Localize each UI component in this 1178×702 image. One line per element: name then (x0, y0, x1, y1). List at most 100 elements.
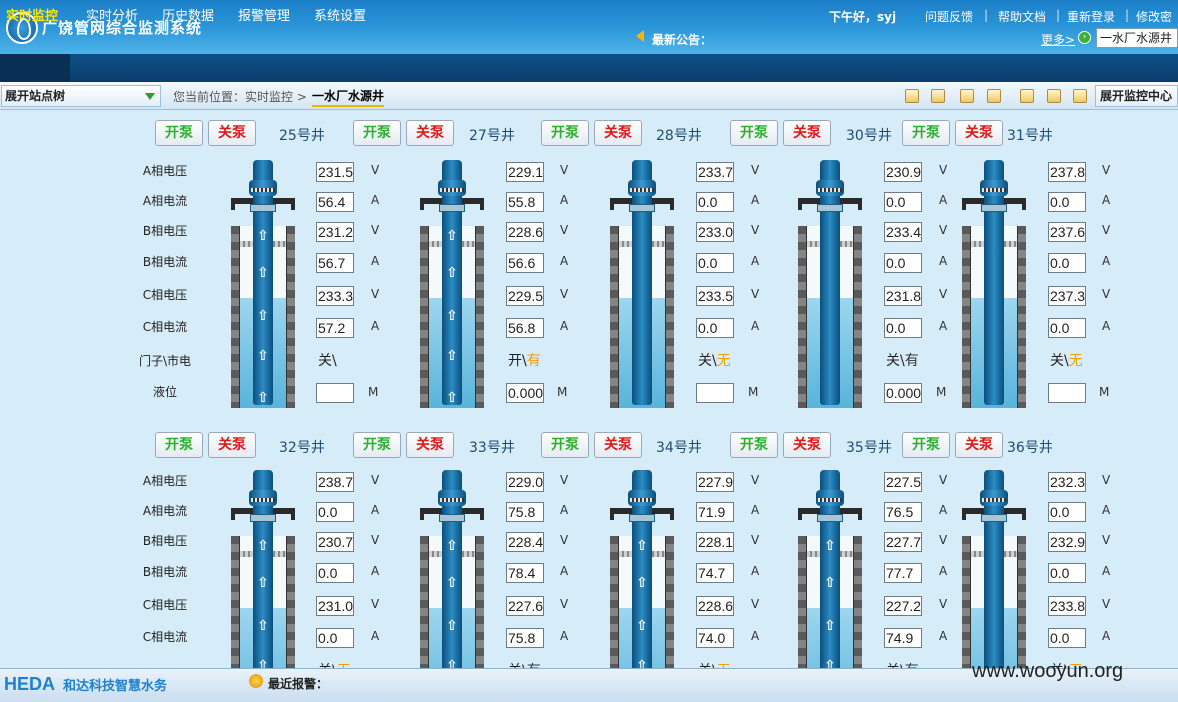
well-name: 33号井 (469, 440, 515, 456)
reading-value: 0.0 (884, 192, 922, 212)
pump-well-graphic: ⇧⇧⇧⇧⇧ (798, 468, 862, 668)
station-select[interactable]: 一水厂水源井 (1096, 28, 1178, 48)
mains-power-status: 有 (526, 353, 541, 369)
open-pump-button[interactable]: 开泵 (541, 432, 589, 458)
reading-unit: V (560, 473, 569, 487)
expand-monitor-center-button[interactable]: 展开监控中心 (1095, 85, 1178, 107)
pipe-flange (981, 204, 1007, 212)
network-icon[interactable] (1047, 89, 1061, 103)
export-icon[interactable] (987, 89, 1001, 103)
reading-value: 228.1 (696, 532, 734, 552)
nav-realtime-monitor[interactable]: 实时监控 (6, 5, 58, 24)
reading-unit: V (560, 597, 569, 611)
well-wall-right (1017, 536, 1026, 668)
well-wall-right (665, 536, 674, 668)
reading-value: 74.9 (884, 628, 922, 648)
help-docs-link[interactable]: 帮助文档 (998, 8, 1046, 25)
reading-unit: V (1102, 473, 1111, 487)
speaker-icon (636, 30, 644, 42)
relogin-link[interactable]: 重新登录 (1067, 8, 1115, 25)
open-pump-button[interactable]: 开泵 (730, 432, 778, 458)
flow-arrow-up-icon: ⇧ (257, 308, 269, 324)
close-pump-button[interactable]: 关泵 (955, 120, 1003, 146)
nav-alarm-management[interactable]: 报警管理 (238, 5, 290, 24)
feedback-link[interactable]: 问题反馈 (925, 8, 973, 25)
well-wall-right (475, 536, 484, 668)
pipe-flange (817, 514, 843, 522)
breadcrumb-current: 一水厂水源井 (312, 87, 385, 107)
reading-label: C相电流 (142, 320, 188, 334)
chevron-down-icon[interactable] (145, 93, 155, 100)
nav-system-settings[interactable]: 系统设置 (314, 5, 366, 24)
go-icon[interactable]: › (1078, 31, 1091, 44)
reading-value: 76.5 (884, 502, 922, 522)
mains-power-status: 无 (716, 353, 731, 369)
close-pump-button[interactable]: 关泵 (783, 120, 831, 146)
reading-value: 0.0 (1048, 502, 1086, 522)
chart-icon[interactable] (1020, 89, 1034, 103)
close-pump-button[interactable]: 关泵 (783, 432, 831, 458)
search-icon[interactable] (931, 89, 945, 103)
gate-power-status: 关\有 (508, 660, 541, 668)
pump-bolts (982, 498, 1006, 502)
more-link[interactable]: 更多> (1041, 31, 1075, 48)
gate-power-status: 关\无 (698, 350, 731, 370)
reading-value: 233.4 (884, 222, 922, 242)
open-pump-button[interactable]: 开泵 (902, 120, 950, 146)
close-pump-button[interactable]: 关泵 (955, 432, 1003, 458)
open-pump-button[interactable]: 开泵 (155, 120, 203, 146)
pump-well-graphic (798, 158, 862, 408)
pump-bolts (251, 498, 275, 502)
nav-history-data[interactable]: 历史数据 (162, 5, 214, 24)
flow-arrow-up-icon: ⇧ (257, 538, 269, 554)
watermark: www.wooyun.org (972, 660, 1124, 682)
well-name: 25号井 (279, 128, 325, 144)
reading-value: 78.4 (506, 563, 544, 583)
gate-status: 关\ (1050, 353, 1069, 369)
reading-value: 229.0 (506, 472, 544, 492)
well-wall-left (231, 226, 240, 408)
open-pump-button[interactable]: 开泵 (155, 432, 203, 458)
reading-unit: V (1102, 287, 1111, 301)
liquid-level-value (696, 383, 734, 403)
close-pump-button[interactable]: 关泵 (406, 120, 454, 146)
gate-power-status: 关\ (318, 350, 337, 370)
reading-label: 门子\市电 (138, 354, 192, 368)
flow-arrow-up-icon: ⇧ (824, 575, 836, 591)
open-pump-button[interactable]: 开泵 (730, 120, 778, 146)
open-pump-button[interactable]: 开泵 (902, 432, 950, 458)
open-pump-button[interactable]: 开泵 (353, 432, 401, 458)
report-icon[interactable] (905, 89, 919, 103)
reading-value: 231.2 (316, 222, 354, 242)
brand-logo: HEDA (4, 674, 56, 694)
pump-bolts (440, 188, 464, 192)
reading-value: 233.7 (696, 162, 734, 182)
pump-bolts (630, 498, 654, 502)
close-pump-button[interactable]: 关泵 (208, 432, 256, 458)
level-unit: M (936, 385, 947, 399)
pump-bolts (818, 188, 842, 192)
reading-unit: A (560, 629, 569, 643)
reading-unit: A (371, 254, 380, 268)
document-icon[interactable] (960, 89, 974, 103)
open-pump-button[interactable]: 开泵 (541, 120, 589, 146)
close-pump-button[interactable]: 关泵 (406, 432, 454, 458)
header-divider: | (1056, 8, 1061, 22)
nav-realtime-analysis[interactable]: 实时分析 (86, 5, 138, 24)
close-pump-button[interactable]: 关泵 (208, 120, 256, 146)
mains-power-status: 有 (904, 353, 919, 369)
reading-unit: V (560, 163, 569, 177)
close-pump-button[interactable]: 关泵 (594, 432, 642, 458)
reading-value: 231.8 (884, 286, 922, 306)
reading-value: 74.7 (696, 563, 734, 583)
station-tree-toggle[interactable]: 展开站点树 (1, 85, 161, 107)
close-pump-button[interactable]: 关泵 (594, 120, 642, 146)
breadcrumb: 您当前位置：实时监控 > (173, 90, 307, 104)
open-pump-button[interactable]: 开泵 (353, 120, 401, 146)
well-name: 32号井 (279, 440, 325, 456)
reading-unit: V (939, 223, 948, 237)
reading-unit: A (560, 193, 569, 207)
settings-icon[interactable] (1073, 89, 1087, 103)
pipe-flange (439, 204, 465, 212)
reading-unit: A (560, 503, 569, 517)
